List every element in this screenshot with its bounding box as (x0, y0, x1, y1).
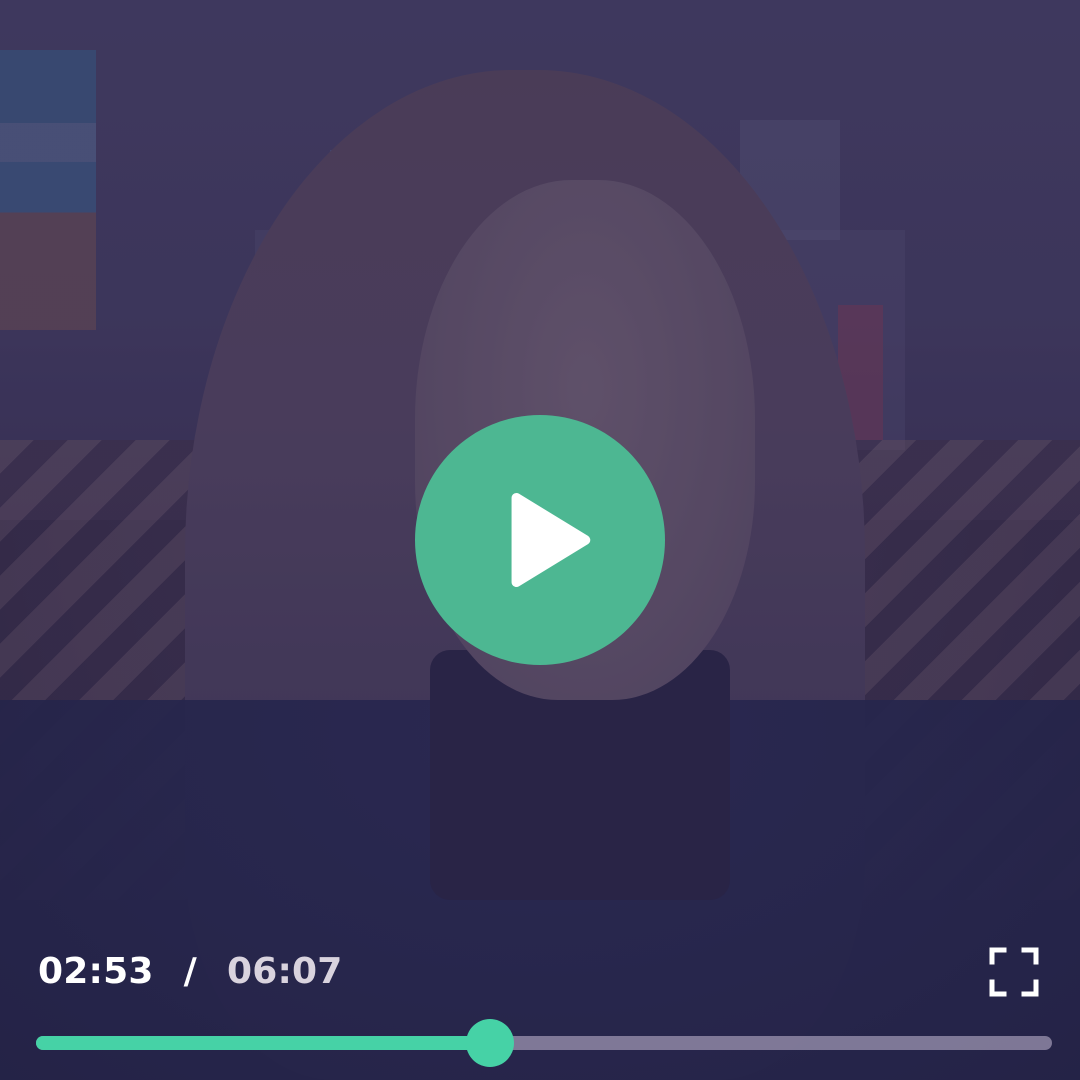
current-time: 02:53 (38, 950, 154, 992)
fullscreen-icon (989, 947, 1039, 997)
video-player[interactable]: 02:53 / 06:07 (0, 0, 1080, 1080)
play-button[interactable] (415, 415, 665, 665)
play-icon (511, 492, 591, 588)
time-display: 02:53 / 06:07 (38, 946, 343, 996)
progress-fill (36, 1036, 490, 1050)
progress-bar[interactable] (36, 1019, 1052, 1067)
time-separator: / (183, 950, 197, 992)
progress-knob[interactable] (466, 1019, 514, 1067)
fullscreen-button[interactable] (986, 944, 1042, 1000)
duration: 06:07 (226, 950, 343, 992)
